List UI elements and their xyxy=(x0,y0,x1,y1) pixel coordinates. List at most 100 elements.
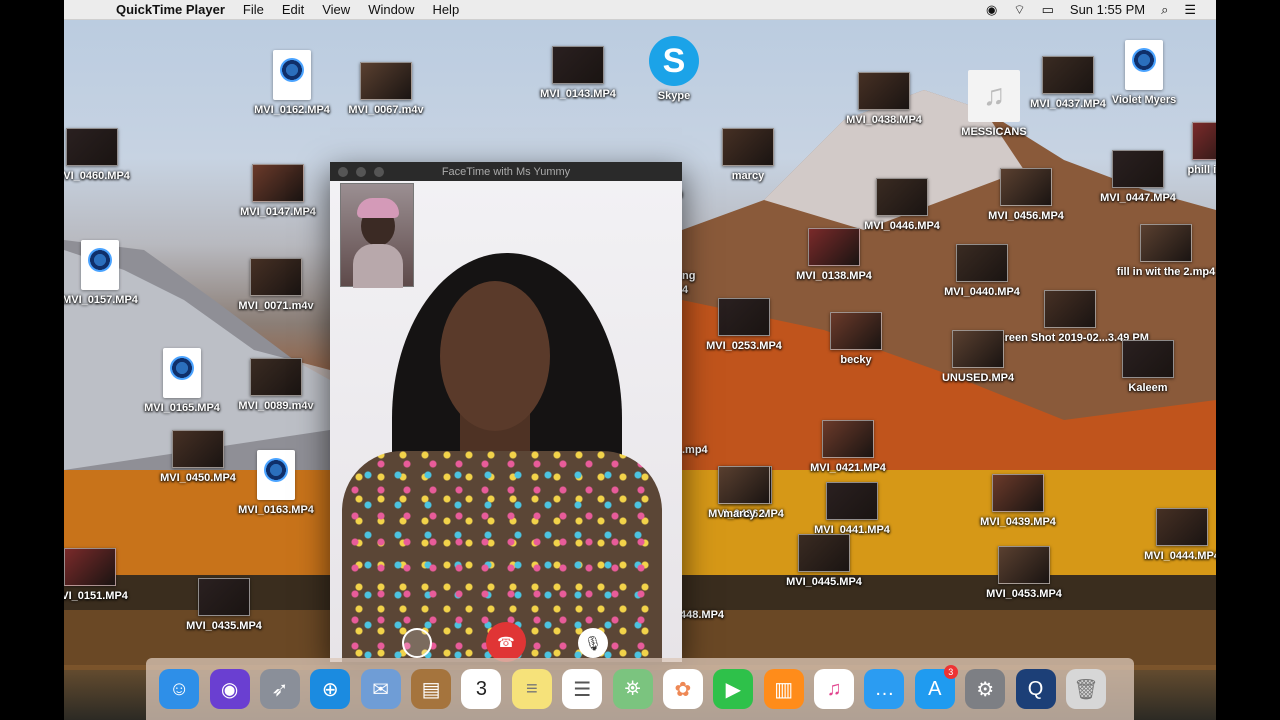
file-label: MVI_0151.MP4 xyxy=(64,590,128,602)
trash-icon[interactable]: 🗑 xyxy=(1065,669,1106,709)
desktop-file-mvi-0435-mp4[interactable]: MVI_0435.MP4 xyxy=(174,578,274,633)
facetime-titlebar[interactable]: FaceTime with Ms Yummy xyxy=(330,162,682,181)
calendar-icon[interactable]: 3 xyxy=(461,669,502,709)
photos-icon[interactable]: ✿ xyxy=(662,669,703,709)
mute-mic-icon[interactable]: 🎙 xyxy=(578,628,608,658)
video-thumbnail-icon xyxy=(808,228,860,266)
desktop-file-mvi-0067-m4v[interactable]: MVI_0067.m4v xyxy=(336,62,436,117)
desktop-file-mvi-0157-mp4[interactable]: MVI_0157.MP4 xyxy=(64,240,150,307)
video-thumbnail-icon xyxy=(250,258,302,296)
contacts-icon[interactable]: ▤ xyxy=(411,669,452,709)
file-label: MVI_0253.MP4 xyxy=(706,340,782,352)
desktop-file-mvi-0071-m4v[interactable]: MVI_0071.m4v xyxy=(226,258,326,313)
desktop-file-kaleem[interactable]: Kaleem xyxy=(1098,340,1198,395)
desktop-file-mvi-0438-mp4[interactable]: MVI_0438.MP4 xyxy=(834,72,934,127)
file-label: fill in wit the 2.mp4 xyxy=(1116,266,1216,278)
maps-icon[interactable]: ⛯ xyxy=(612,669,653,709)
siri-icon[interactable]: ◉ xyxy=(209,669,250,709)
desktop-file-mvi-0444-mp4[interactable]: MVI_0444.MP4 xyxy=(1132,508,1216,563)
file-label: MVI_0444.MP4 xyxy=(1144,550,1216,562)
desktop-file-screen-shot-2019-02-3-49-pm[interactable]: Screen Shot 2019-02...3.49 PM xyxy=(991,290,1149,345)
wifi-icon[interactable]: ⌔ xyxy=(1013,2,1025,18)
menu-window[interactable]: Window xyxy=(368,2,414,17)
menu-edit[interactable]: Edit xyxy=(282,2,304,17)
facetime-window[interactable]: FaceTime with Ms Yummy ☎ 🎙 xyxy=(330,162,682,662)
quicktime-icon[interactable]: Q xyxy=(1015,669,1056,709)
partially-hidden-file-label[interactable]: 448.MP4 xyxy=(680,609,724,622)
end-call-icon[interactable]: ☎ xyxy=(486,622,526,662)
ibooks-icon[interactable]: ▥ xyxy=(763,669,804,709)
file-label: becky xyxy=(840,354,872,366)
menu-view[interactable]: View xyxy=(322,2,350,17)
facetime-icon[interactable]: ▶ xyxy=(713,669,754,709)
partially-hidden-file-label[interactable]: .mp4 xyxy=(682,444,708,457)
desktop-file-mvi-0460-mp4[interactable]: MVI_0460.MP4 xyxy=(64,128,142,183)
desktop-file-mvi-0151-mp4[interactable]: MVI_0151.MP4 xyxy=(64,548,140,603)
file-label: MVI_0138.MP4 xyxy=(796,270,872,282)
video-thumbnail-icon xyxy=(956,244,1008,282)
video-thumbnail-icon xyxy=(64,548,116,586)
safari-icon[interactable]: ⊕ xyxy=(310,669,351,709)
video-thumbnail-icon xyxy=(1192,122,1216,160)
self-view-video[interactable] xyxy=(340,183,414,288)
desktop-file-fill-in-wit-the-2-mp4[interactable]: fill in wit the 2.mp4 xyxy=(1116,224,1216,279)
clock[interactable]: Sun 1:55 PM xyxy=(1070,2,1145,17)
app-store-icon[interactable]: A3 xyxy=(914,665,958,709)
video-thumbnail-icon xyxy=(252,164,304,202)
launchpad-icon[interactable]: ➶ xyxy=(259,669,300,709)
desktop-file-mvi-0445-mp4[interactable]: MVI_0445.MP4 xyxy=(774,534,874,589)
desktop-file-unused-mp4[interactable]: UNUSED.MP4 xyxy=(928,330,1028,385)
desktop-file-marcy[interactable]: marcy xyxy=(698,128,798,183)
file-label: MVI_0438.MP4 xyxy=(846,114,922,126)
desktop-file-mvi-0147-mp4[interactable]: MVI_0147.MP4 xyxy=(228,164,328,219)
desktop-file-mvi-0439-mp4[interactable]: MVI_0439.MP4 xyxy=(968,474,1068,529)
file-label: phill ig.mp4 xyxy=(1187,164,1216,176)
video-thumbnail-icon xyxy=(876,178,928,216)
desktop-file-mvi-0138-mp4[interactable]: MVI_0138.MP4 xyxy=(784,228,884,283)
video-thumbnail-icon xyxy=(718,298,770,336)
desktop-file-mvi-0421-mp4[interactable]: MVI_0421.MP4 xyxy=(798,420,898,475)
desktop-file-mvi-0165-mp4[interactable]: MVI_0165.MP4 xyxy=(132,348,232,415)
file-label: MVI_0447.MP4 xyxy=(1100,192,1176,204)
file-label: MVI_0460.MP4 xyxy=(64,170,130,182)
desktop-file-mvi-0447-mp4[interactable]: MVI_0447.MP4 xyxy=(1088,150,1188,205)
desktop-file-violet-myers[interactable]: Violet Myers xyxy=(1094,40,1194,107)
menu-file[interactable]: File xyxy=(243,2,264,17)
video-thumbnail-icon xyxy=(1122,340,1174,378)
file-label: MVI_0143.MP4 xyxy=(540,88,616,100)
desktop-file-skype[interactable]: S Skype xyxy=(624,36,724,103)
partially-hidden-file-label[interactable]: ng xyxy=(682,270,695,283)
screen-record-icon[interactable]: ◉ xyxy=(986,2,997,18)
desktop: QuickTime Player File Edit View Window H… xyxy=(64,0,1216,720)
battery-icon[interactable]: ▭ xyxy=(1042,2,1054,18)
notes-icon[interactable]: ≡ xyxy=(511,669,552,709)
file-label: MVI_0165.MP4 xyxy=(144,402,220,414)
desktop-file-mvi-0456-mp4[interactable]: MVI_0456.MP4 xyxy=(976,168,1076,223)
partially-hidden-file-label[interactable]: 4 xyxy=(682,284,688,297)
app-menu[interactable]: QuickTime Player xyxy=(116,2,225,17)
mail-icon[interactable]: ✉ xyxy=(360,669,401,709)
notification-center-icon[interactable]: ☰ xyxy=(1184,2,1196,18)
file-label: MVI_0071.m4v xyxy=(238,300,314,312)
capture-button[interactable] xyxy=(402,628,432,658)
desktop-file-mvi-0163-mp4[interactable]: MVI_0163.MP4 xyxy=(226,450,326,517)
messages-icon[interactable]: … xyxy=(864,669,905,709)
desktop-file-mvi-0440-mp4[interactable]: MVI_0440.MP4 xyxy=(932,244,1032,299)
desktop-file-mvi-0089-m4v[interactable]: MVI_0089.m4v xyxy=(226,358,326,413)
spotlight-search-icon[interactable]: ⌕ xyxy=(1161,2,1168,18)
video-thumbnail-icon xyxy=(998,546,1050,584)
desktop-file-marcy-2[interactable]: marcy 2 xyxy=(694,466,794,521)
reminders-icon[interactable]: ☰ xyxy=(562,669,603,709)
desktop-file-mvi-0446-mp4[interactable]: MVI_0446.MP4 xyxy=(852,178,952,233)
desktop-file-mvi-0162-mp4[interactable]: MVI_0162.MP4 xyxy=(242,50,342,117)
menu-help[interactable]: Help xyxy=(432,2,459,17)
desktop-file-mvi-0453-mp4[interactable]: MVI_0453.MP4 xyxy=(974,546,1074,601)
desktop-file-mvi-0143-mp4[interactable]: MVI_0143.MP4 xyxy=(528,46,628,101)
finder-icon[interactable]: ☺ xyxy=(159,669,200,709)
desktop-file-mvi-0253-mp4[interactable]: MVI_0253.MP4 xyxy=(694,298,794,353)
desktop-file-becky[interactable]: becky xyxy=(806,312,906,367)
desktop-file-mvi-0441-mp4[interactable]: MVI_0441.MP4 xyxy=(802,482,902,537)
itunes-icon[interactable]: ♫ xyxy=(814,669,855,709)
file-label: UNUSED.MP4 xyxy=(941,372,1015,384)
system-preferences-icon[interactable]: ⚙ xyxy=(965,669,1006,709)
